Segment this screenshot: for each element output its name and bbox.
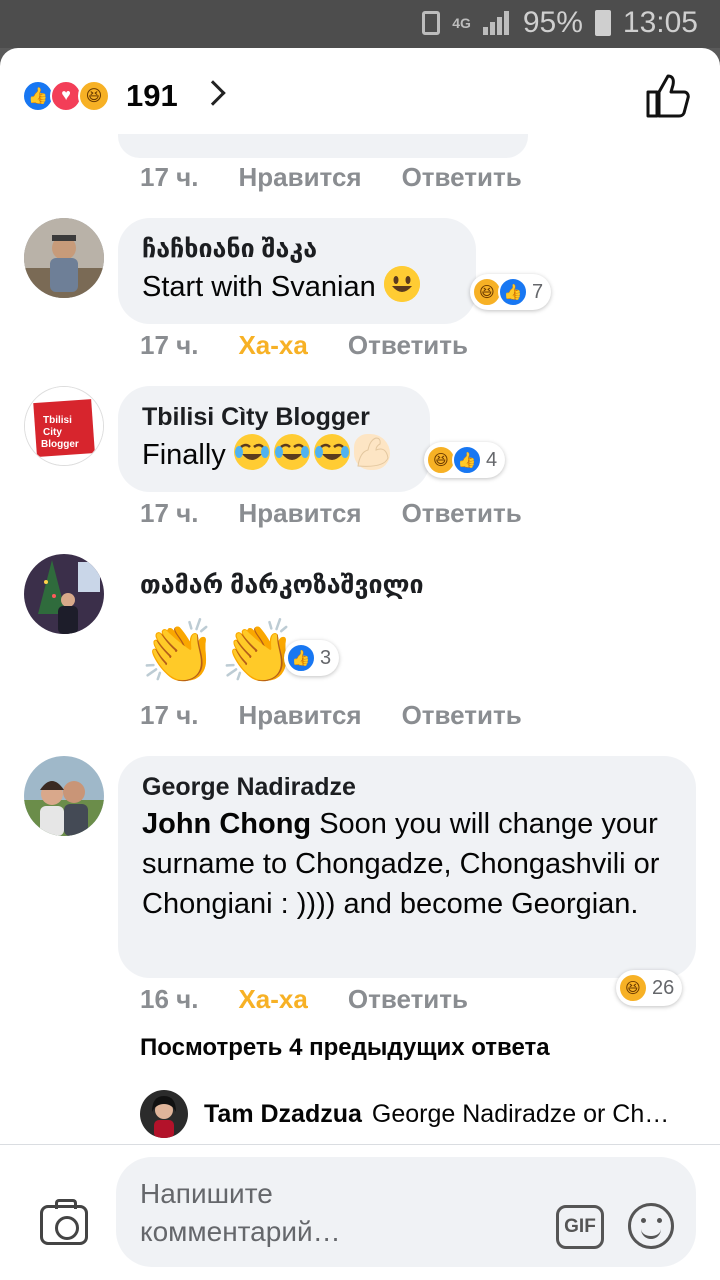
network-type: 4G <box>452 15 471 31</box>
battery-icon <box>594 10 611 36</box>
haha-icon: 😆 <box>618 973 648 1003</box>
clapping-hands-emoji-icon: 👏 <box>220 618 298 687</box>
comment-bubble: Tbilisi Cìty Blogger Finally <box>118 386 430 492</box>
gif-button[interactable]: GIF <box>556 1205 604 1249</box>
comment-reactions[interactable]: 😆 👍 7 <box>470 274 552 310</box>
comment-body: Finally <box>142 439 226 471</box>
reaction-count: 26 <box>652 976 675 999</box>
comment-input-placeholder: Напишите комментарий… <box>140 1178 341 1247</box>
tears-of-joy-emoji-icon <box>313 434 350 470</box>
tears-of-joy-emoji-icon <box>233 434 270 470</box>
like-link[interactable]: Нравится <box>238 498 361 529</box>
svg-text:Tbilisi: Tbilisi <box>43 415 72 426</box>
haha-reaction-link[interactable]: Ха-ха <box>238 984 307 1015</box>
reply-link[interactable]: Ответить <box>348 984 468 1015</box>
comment-author[interactable]: George Nadiradze <box>142 770 672 804</box>
avatar[interactable]: Tbilisi City Blogger <box>24 386 104 466</box>
comment-bubble: ჩაჩხიანი შაკა Start with Svanian <box>118 218 476 324</box>
status-bar: 4G 95% 13:05 <box>0 0 720 48</box>
clock: 13:05 <box>622 6 698 39</box>
comment-time: 17 ч. <box>140 330 199 360</box>
comment-meta: 17 ч. Ха-ха Ответить <box>140 330 468 361</box>
comment-text: Finally <box>142 434 406 475</box>
haha-icon: 😆 <box>78 80 110 112</box>
svg-text:Blogger: Blogger <box>41 439 79 450</box>
like-icon: 👍 <box>498 277 528 307</box>
comment-input[interactable]: Напишите комментарий… GIF <box>116 1157 696 1267</box>
grinning-emoji-icon <box>383 266 420 302</box>
avatar[interactable] <box>140 1090 188 1138</box>
camera-icon[interactable] <box>40 1199 88 1245</box>
comment-reactions[interactable]: 😆 26 <box>616 970 683 1006</box>
like-link[interactable]: Нравится <box>238 700 361 731</box>
clapping-hands-emoji-icon: 👏 <box>140 618 218 687</box>
like-link[interactable]: Нравится <box>238 162 361 193</box>
comment-bubble: George Nadiradze John Chong Soon you wil… <box>118 756 696 978</box>
battery-percent: 95% <box>522 6 583 39</box>
comment-meta: 17 ч. Нравится Ответить <box>140 162 522 193</box>
comment-author[interactable]: Tbilisi Cìty Blogger <box>142 400 406 434</box>
tears-of-joy-emoji-icon <box>273 434 310 470</box>
signal-icon <box>482 11 511 35</box>
comment-author[interactable]: თამარ მარკოზაშვილი <box>140 568 424 602</box>
flexed-biceps-emoji-icon <box>353 434 390 470</box>
view-previous-replies-link[interactable]: Посмотреть 4 предыдущих ответа <box>140 1034 550 1062</box>
avatar[interactable] <box>24 218 104 298</box>
reaction-count: 7 <box>532 280 544 303</box>
lock-icon <box>422 11 441 35</box>
reaction-summary[interactable]: 👍 ♥ 😆 <box>22 80 110 112</box>
latest-reply-preview[interactable]: Tam Dzadzua George Nadiradze or Ch… <box>140 1090 700 1138</box>
comment-time: 16 ч. <box>140 984 199 1014</box>
like-icon: 👍 <box>286 643 316 673</box>
like-icon: 👍 <box>452 445 482 475</box>
reply-link[interactable]: Ответить <box>348 330 468 361</box>
comment-meta: 17 ч. Нравится Ответить <box>140 700 522 731</box>
svg-text:City: City <box>43 427 62 438</box>
like-outline-icon[interactable] <box>646 72 690 118</box>
emoji-picker-icon[interactable] <box>628 1203 674 1249</box>
comment-time: 17 ч. <box>140 498 199 528</box>
comment-author[interactable]: ჩაჩხიანი შაკა <box>142 232 452 266</box>
reply-author[interactable]: Tam Dzadzua <box>204 1100 362 1129</box>
comment-body: Start with Svanian <box>142 271 376 303</box>
comment-time: 17 ч. <box>140 162 199 192</box>
reply-link[interactable]: Ответить <box>402 162 522 193</box>
comment-text: John Chong Soon you will change your sur… <box>142 804 672 924</box>
reaction-count: 4 <box>486 448 498 471</box>
avatar[interactable] <box>24 554 104 634</box>
haha-reaction-link[interactable]: Ха-ха <box>238 330 307 361</box>
avatar[interactable] <box>24 756 104 836</box>
reactions-header: 👍 ♥ 😆 191 <box>0 48 720 146</box>
reply-link[interactable]: Ответить <box>402 700 522 731</box>
comment-time: 17 ч. <box>140 700 199 730</box>
mention-link[interactable]: John Chong <box>142 808 311 840</box>
reply-link[interactable]: Ответить <box>402 498 522 529</box>
reaction-count[interactable]: 191 <box>126 78 178 114</box>
comment-meta: 16 ч. Ха-ха Ответить <box>140 984 468 1015</box>
comment-reactions[interactable]: 😆 👍 4 <box>424 442 506 478</box>
previous-comment-bubble <box>118 134 528 158</box>
comments-sheet: 👍 ♥ 😆 191 17 ч. Нравится Ответить ჩაჩხია… <box>0 48 720 1280</box>
comment-reactions[interactable]: 👍 3 <box>284 640 340 676</box>
reply-text: George Nadiradze or Ch… <box>371 1099 670 1128</box>
comment-text: Start with Svanian <box>142 266 452 307</box>
chevron-right-icon[interactable] <box>200 80 226 106</box>
reaction-count: 3 <box>320 646 332 669</box>
comment-composer: Напишите комментарий… GIF <box>0 1144 720 1280</box>
comment-meta: 17 ч. Нравится Ответить <box>140 498 522 529</box>
